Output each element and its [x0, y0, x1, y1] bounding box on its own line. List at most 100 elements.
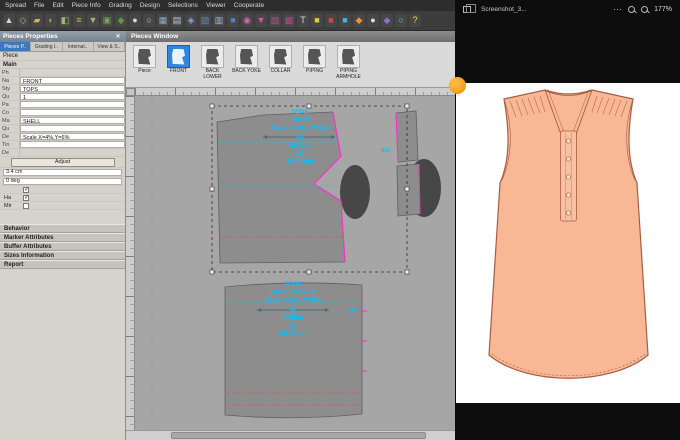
checkbox[interactable]	[23, 202, 29, 209]
front-piece-code: B51	[381, 148, 391, 154]
checkbox[interactable]	[23, 194, 29, 201]
property-value-field[interactable]	[20, 149, 125, 156]
piece-thumbnail-box	[235, 45, 258, 68]
back-piece-annotation: TOPS BACK LOWER Scale X=4%,Y=6% 48 SHELL (1) 3…	[233, 281, 353, 338]
piece-thumbnail[interactable]: PIPING	[298, 45, 331, 75]
section-header[interactable]: Report	[0, 260, 125, 269]
menu-item[interactable]: Viewer	[206, 2, 226, 9]
property-value-field[interactable]	[20, 141, 125, 148]
checkbox-row: Ha	[0, 194, 125, 202]
section-header[interactable]: Behavior	[0, 224, 125, 233]
collapsed-sections: Behavior Marker Attributes Buffer Attribut…	[0, 224, 125, 269]
zoom-in-icon[interactable]	[641, 5, 649, 13]
property-value-field[interactable]: 1	[20, 93, 125, 100]
pieces-properties-panel: Pieces Properties ✕ Pieces P.. Grading I.…	[0, 31, 126, 440]
toolbar-icon[interactable]: ■	[227, 14, 239, 27]
checkbox[interactable]	[23, 186, 29, 193]
toolbar-icon[interactable]: ◉	[241, 14, 253, 27]
piece-thumbnail[interactable]: BACK YOKE	[230, 45, 263, 75]
toolbar-icon[interactable]: ▲	[3, 14, 15, 27]
yoke-strip-piece[interactable]	[395, 110, 419, 163]
more-options-icon[interactable]: ⋯	[613, 4, 622, 14]
toolbar-icon[interactable]: ▥	[213, 14, 225, 27]
dark-piece-left[interactable]	[340, 165, 370, 219]
toolbar-icon[interactable]: ▼	[255, 14, 267, 27]
toolbar-icon[interactable]: ◆	[115, 14, 127, 27]
toolbar-icon[interactable]: ■	[325, 14, 337, 27]
annotation-line: Scale X=4%,Y=6%	[265, 297, 321, 305]
piece-shape-icon	[308, 48, 321, 65]
app-logo-badge	[449, 77, 466, 94]
pattern-canvas[interactable]: TOPS FRONT Scale X=4%, Y=6% 48 SHELL (1) 3D-Fr…	[135, 96, 455, 430]
adjust-button[interactable]: Adjust	[10, 157, 115, 167]
menu-item[interactable]: Edit	[52, 2, 63, 9]
toolbar-icon[interactable]: ◇	[17, 14, 29, 27]
piece-thumbnail[interactable]: Piece	[128, 45, 161, 75]
toolbar-icon[interactable]: ○	[143, 14, 155, 27]
menu-item[interactable]: Selections	[168, 2, 198, 9]
piece-thumbnail-label: PIPING ARMHOLE	[336, 68, 361, 80]
menu-item[interactable]: Cooperate	[234, 2, 264, 9]
toolbar-icon[interactable]: ◧	[59, 14, 71, 27]
close-icon[interactable]: ✕	[114, 33, 122, 40]
toolbar-icon[interactable]: ◐	[45, 14, 57, 27]
piece-thumbnail[interactable]: COLLAR	[264, 45, 297, 75]
piece-label: Piece	[3, 53, 19, 59]
angle-field[interactable]: 0 deg	[3, 178, 122, 185]
pieces-window-title-bar: Pieces Window	[126, 31, 455, 42]
menu-item[interactable]: Design	[140, 2, 160, 9]
toolbar-icon[interactable]: ▦	[157, 14, 169, 27]
toolbar-icon[interactable]: T	[297, 14, 309, 27]
image-display-area[interactable]	[456, 83, 680, 403]
property-value-field[interactable]: SHELL	[20, 117, 125, 124]
property-value-field[interactable]: TOPS	[20, 85, 125, 92]
panel-tab[interactable]: View & S..	[93, 42, 125, 51]
measure-field[interactable]: 3.4 cm	[3, 169, 122, 176]
section-header[interactable]: Buffer Attributes	[0, 242, 125, 251]
toolbar-icon[interactable]: ○	[395, 14, 407, 27]
toolbar-icon[interactable]: ◈	[185, 14, 197, 27]
toolbar-icon[interactable]: ▧	[199, 14, 211, 27]
piece-thumbnail-box	[201, 45, 224, 68]
toolbar-icon[interactable]: ▼	[87, 14, 99, 27]
property-value-field[interactable]: FRONT	[20, 77, 125, 84]
property-value-field[interactable]: Scale X=4%,Y=6%	[20, 133, 125, 140]
property-value-field[interactable]	[20, 101, 125, 108]
toolbar-icon[interactable]: ▣	[101, 14, 113, 27]
toolbar-icon[interactable]: ?	[409, 14, 421, 27]
property-value-field[interactable]	[20, 109, 125, 116]
scrollbar-thumb[interactable]	[171, 432, 426, 439]
piece-thumbnail[interactable]: FRONT	[162, 45, 195, 75]
menu-item[interactable]: Spread	[5, 2, 26, 9]
window-tabs-icon[interactable]	[463, 3, 476, 13]
panel-tab[interactable]: Pieces P..	[0, 42, 32, 51]
menu-item[interactable]: Grading	[109, 2, 132, 9]
piece-thumbnail[interactable]: PIPING ARMHOLE	[332, 45, 365, 80]
toolbar-icon[interactable]: ■	[311, 14, 323, 27]
panel-title-bar: Pieces Properties ✕	[0, 31, 125, 42]
zoom-out-icon[interactable]	[628, 5, 636, 13]
property-value-field[interactable]	[20, 69, 125, 76]
toolbar-icon[interactable]: ■	[339, 14, 351, 27]
property-value-field[interactable]	[20, 125, 125, 132]
menu-item[interactable]: File	[34, 2, 44, 9]
toolbar-icon[interactable]: ◆	[353, 14, 365, 27]
toolbar-icon[interactable]: ≡	[73, 14, 85, 27]
toolbar-icon[interactable]: ◆	[381, 14, 393, 27]
toolbar-icon[interactable]: ▤	[171, 14, 183, 27]
annotation-line: BACK LOWER	[270, 289, 316, 297]
toolbar-icon[interactable]: ▨	[269, 14, 281, 27]
panel-tab[interactable]: Internal..	[62, 42, 94, 51]
horizontal-scrollbar[interactable]	[126, 430, 455, 440]
section-header[interactable]: Sizes Information	[0, 251, 125, 260]
toolbar-icon[interactable]: ●	[367, 14, 379, 27]
toolbar-icon[interactable]: ▰	[31, 14, 43, 27]
property-label: Sty	[0, 85, 20, 92]
toolbar-icon[interactable]: ●	[129, 14, 141, 27]
menu-item[interactable]: Piece Info	[72, 2, 101, 9]
toolbar-icon[interactable]: ▩	[283, 14, 295, 27]
panel-tab[interactable]: Grading I..	[31, 42, 63, 51]
section-header[interactable]: Marker Attributes	[0, 233, 125, 242]
piece-thumbnail-label: FRONT	[169, 68, 188, 74]
piece-thumbnail[interactable]: BACK LOWER	[196, 45, 229, 80]
